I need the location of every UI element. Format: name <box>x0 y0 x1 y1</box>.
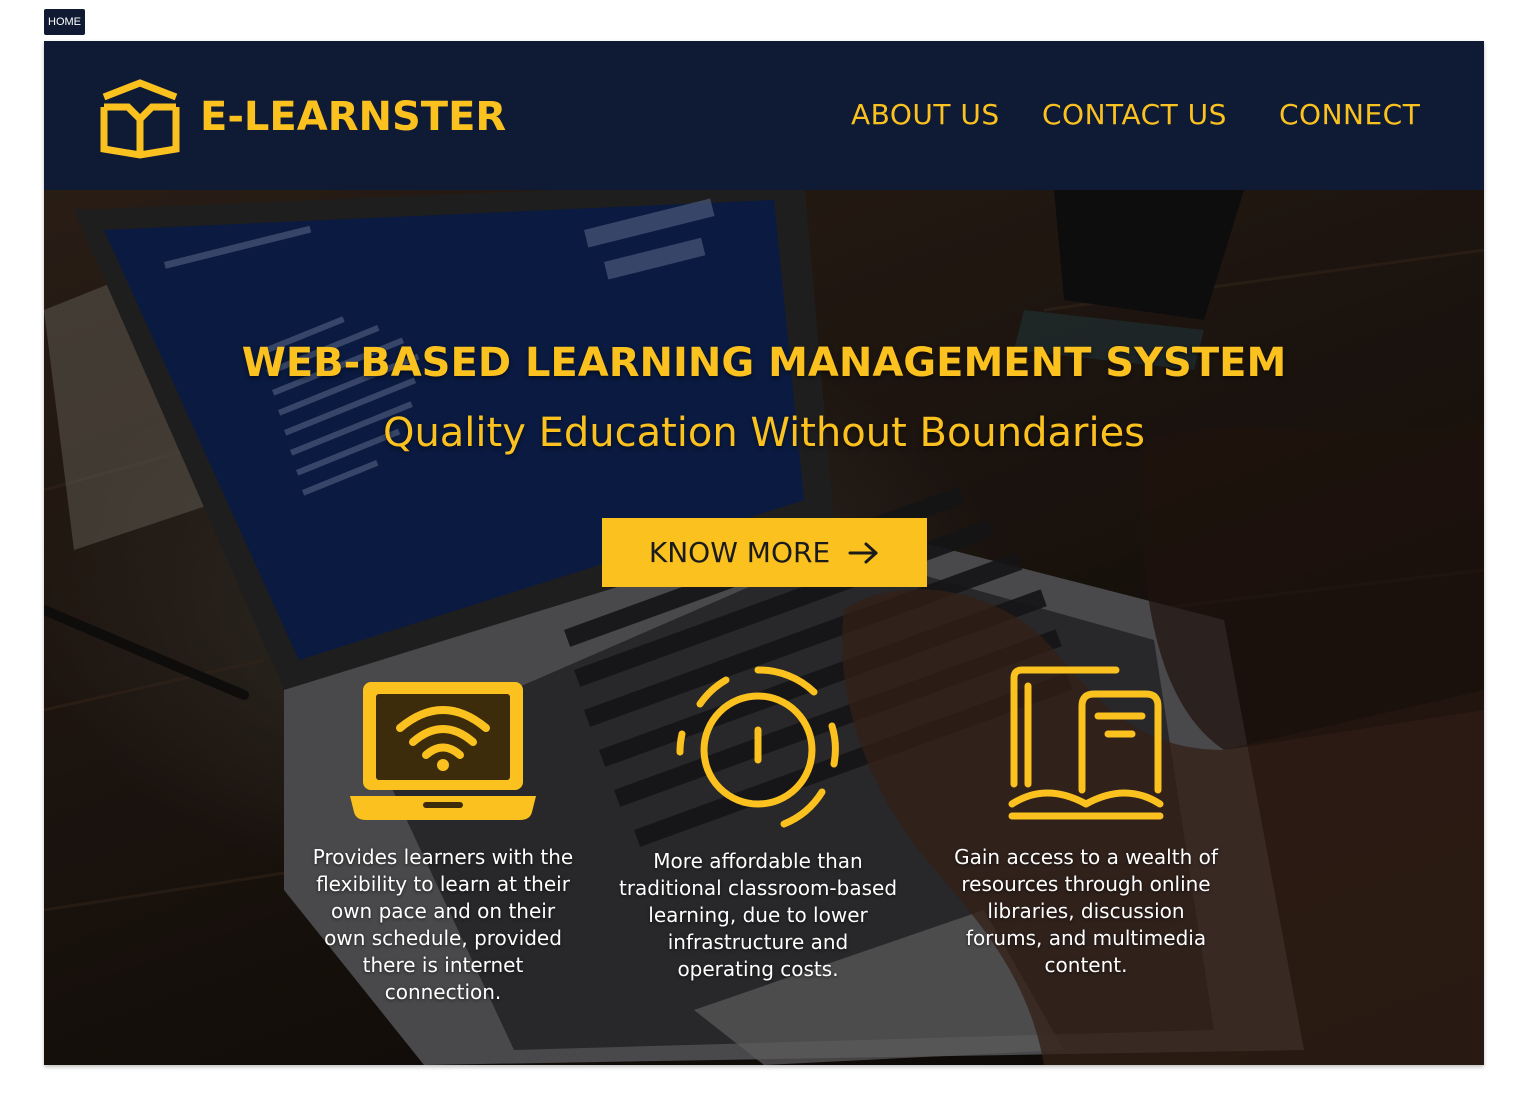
logo[interactable]: E-LEARNSTER <box>98 75 506 159</box>
home-tag[interactable]: HOME <box>44 9 85 35</box>
nav-connect[interactable]: CONNECT <box>1279 98 1420 131</box>
nav-contact-us[interactable]: CONTACT US <box>1042 98 1227 131</box>
brand-name: E-LEARNSTER <box>200 94 507 140</box>
page-frame: E-LEARNSTER ABOUT US CONTACT US CONNECT <box>44 41 1484 1065</box>
know-more-label: KNOW MORE <box>648 536 831 569</box>
hero-section: WEB-BASED LEARNING MANAGEMENT SYSTEM Qua… <box>44 190 1484 1065</box>
timer-icon <box>676 666 839 828</box>
feature-affordable-text: More affordable than traditional classro… <box>618 849 898 981</box>
navbar: E-LEARNSTER ABOUT US CONTACT US CONNECT <box>44 41 1484 190</box>
hero-subtitle: Quality Education Without Boundaries <box>382 410 1146 456</box>
hero-title: WEB-BASED LEARNING MANAGEMENT SYSTEM <box>241 340 1287 386</box>
feature-resources-text: Gain access to a wealth of resources thr… <box>954 845 1218 977</box>
library-book-icon <box>1008 666 1164 820</box>
arrow-right-icon <box>848 542 878 563</box>
laptop-wifi-icon <box>350 682 536 820</box>
feature-flexibility-text: Provides learners with the flexibility t… <box>312 845 574 1004</box>
know-more-button[interactable]: KNOW MORE <box>602 518 927 587</box>
nav-about-us[interactable]: ABOUT US <box>851 98 1000 131</box>
open-book-logo-icon <box>100 79 180 159</box>
